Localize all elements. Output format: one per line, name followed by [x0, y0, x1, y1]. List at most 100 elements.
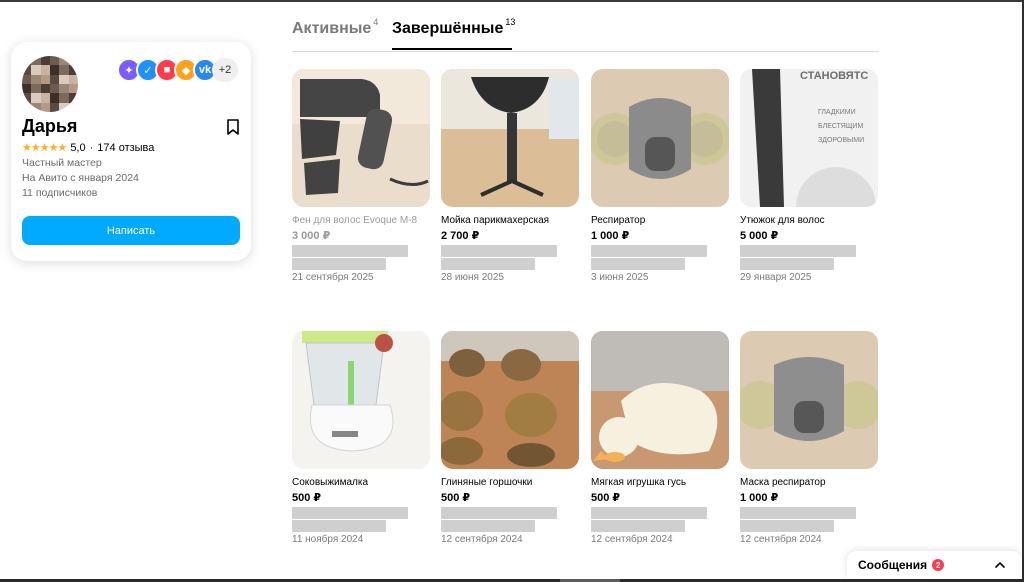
- photo-overlay: [441, 69, 579, 207]
- listing-photo[interactable]: [292, 69, 430, 207]
- listing-card[interactable]: Респиратор 1 000 ₽ 3 июня 2025: [591, 69, 729, 283]
- listing-price: 500 ₽: [292, 492, 322, 504]
- listing-title[interactable]: Мягкая игрушка гусь: [591, 476, 729, 490]
- tab-count: 13: [505, 17, 516, 27]
- listing-date: 12 сентября 2024: [441, 534, 523, 545]
- blur-bar: [441, 520, 535, 532]
- photo-overlay: [441, 331, 579, 469]
- blur-bar: [292, 507, 408, 519]
- seller-type: Частный мастер: [22, 157, 102, 169]
- listing-price: 3 000 ₽: [292, 230, 331, 242]
- reviews-count[interactable]: 174 отзыва: [97, 142, 154, 154]
- blur-bar: [441, 507, 557, 519]
- blurred-address: [441, 507, 561, 533]
- blur-bar: [292, 245, 408, 257]
- blur-bar: [591, 258, 685, 270]
- listing-photo[interactable]: [441, 331, 579, 469]
- chevron-up-icon[interactable]: [994, 559, 1006, 571]
- rating-value: 5,0: [70, 141, 86, 154]
- tab-completed-listings[interactable]: Завершённые 13: [392, 17, 516, 38]
- listing-card[interactable]: Мягкая игрушка гусь 500 ₽ 12 сентября 20…: [591, 331, 729, 545]
- listing-photo[interactable]: [591, 331, 729, 469]
- bookmark-icon[interactable]: [226, 119, 240, 135]
- listing-photo[interactable]: [441, 69, 579, 207]
- listing-photo[interactable]: СТАНОВЯТС ГЛАДКИМИ БЛЕСТЯЩИМ ЗДОРОВЫМИ: [740, 69, 878, 207]
- tab-label: Завершённые: [392, 20, 504, 37]
- listing-title[interactable]: Фен для волос Evoque M-8: [292, 214, 430, 228]
- rating-separator: ·: [89, 141, 94, 154]
- tab-label: Активные: [292, 20, 372, 37]
- listing-card[interactable]: Фен для волос Evoque M-8 3 000 ₽ 21 сент…: [292, 69, 430, 283]
- listing-date: 11 ноября 2024: [292, 534, 364, 545]
- listing-card[interactable]: Соковыжималка 500 ₽ 11 ноября 2024: [292, 331, 430, 545]
- listing-date: 12 сентября 2024: [740, 534, 822, 545]
- listing-photo[interactable]: [292, 331, 430, 469]
- messages-widget[interactable]: Сообщения 2: [847, 551, 1022, 579]
- blur-bar: [292, 258, 386, 270]
- photo-overlay: [292, 69, 430, 207]
- badges-more[interactable]: +2: [212, 58, 238, 82]
- tab-active-indicator: [392, 48, 512, 50]
- blur-bar: [441, 245, 557, 257]
- photo-overlay: [740, 69, 878, 207]
- seller-since: На Авито с января 2024: [22, 172, 139, 184]
- blur-bar: [591, 245, 707, 257]
- blurred-address: [591, 507, 711, 533]
- blur-bar: [740, 507, 856, 519]
- listing-price: 1 000 ₽: [591, 230, 630, 242]
- top-border: [0, 0, 1024, 2]
- listing-date: 21 сентября 2025: [292, 272, 374, 283]
- blur-bar: [292, 520, 386, 532]
- blur-bar: [740, 258, 834, 270]
- photo-overlay: [740, 331, 878, 469]
- listing-card[interactable]: Маска респиратор 1 000 ₽ 12 сентября 202…: [740, 331, 878, 545]
- listing-price: 5 000 ₽: [740, 230, 779, 242]
- listing-photo[interactable]: [740, 331, 878, 469]
- blurred-address: [740, 245, 860, 271]
- photo-overlay: [591, 69, 729, 207]
- blur-bar: [740, 245, 856, 257]
- listing-title[interactable]: Утюжок для волос: [740, 214, 878, 228]
- messages-label: Сообщения: [858, 558, 928, 572]
- blurred-address: [292, 245, 412, 271]
- photo-overlay: [591, 331, 729, 469]
- listing-price: 2 700 ₽: [441, 230, 480, 242]
- messages-count-badge: 2: [932, 559, 945, 571]
- listing-date: 28 июня 2025: [441, 272, 504, 283]
- listing-card[interactable]: Глиняные горшочки 500 ₽ 12 сентября 2024: [441, 331, 579, 545]
- subscribers-count[interactable]: 11 подписчиков: [22, 187, 97, 199]
- blur-bar: [441, 258, 535, 270]
- listing-title[interactable]: Соковыжималка: [292, 476, 430, 490]
- tab-active-listings[interactable]: Активные 4: [292, 17, 379, 38]
- listing-date: 12 сентября 2024: [591, 534, 673, 545]
- listing-price: 1 000 ₽: [740, 492, 779, 504]
- blurred-address: [441, 245, 561, 271]
- tab-count: 4: [373, 17, 379, 27]
- listing-title[interactable]: Мойка парикмахерская: [441, 214, 579, 228]
- blur-bar: [740, 520, 834, 532]
- blurred-address: [292, 507, 412, 533]
- listing-card[interactable]: СТАНОВЯТС ГЛАДКИМИ БЛЕСТЯЩИМ ЗДОРОВЫМИ У…: [740, 69, 878, 283]
- blur-bar: [591, 520, 685, 532]
- listing-date: 29 января 2025: [740, 272, 812, 283]
- listing-title[interactable]: Маска респиратор: [740, 476, 878, 490]
- avatar[interactable]: [22, 56, 78, 112]
- verification-badges[interactable]: ✦ ✓ ■ ◆ vk +2: [117, 58, 247, 84]
- listing-price: 500 ₽: [441, 492, 471, 504]
- listing-price: 500 ₽: [591, 492, 621, 504]
- listing-photo[interactable]: [591, 69, 729, 207]
- write-message-button[interactable]: Написать: [22, 216, 240, 245]
- blurred-address: [740, 507, 860, 533]
- listing-title[interactable]: Респиратор: [591, 214, 729, 228]
- rating-stars: ★★★★★: [22, 142, 67, 154]
- photo-overlay: [292, 331, 430, 469]
- rating-row[interactable]: ★★★★★ 5,0 · 174 отзыва: [22, 141, 154, 155]
- seller-name[interactable]: Дарья: [22, 116, 77, 137]
- listing-title[interactable]: Глиняные горшочки: [441, 476, 579, 490]
- seller-profile-card: ✦ ✓ ■ ◆ vk +2 Дарья ★★★★★ 5,0 · 174 отзы…: [11, 42, 251, 261]
- blurred-address: [591, 245, 711, 271]
- blur-bar: [591, 507, 707, 519]
- listing-card[interactable]: Мойка парикмахерская 2 700 ₽ 28 июня 202…: [441, 69, 579, 283]
- listing-tabs: Активные 4 Завершённые 13: [292, 17, 879, 52]
- listing-date: 3 июня 2025: [591, 272, 649, 283]
